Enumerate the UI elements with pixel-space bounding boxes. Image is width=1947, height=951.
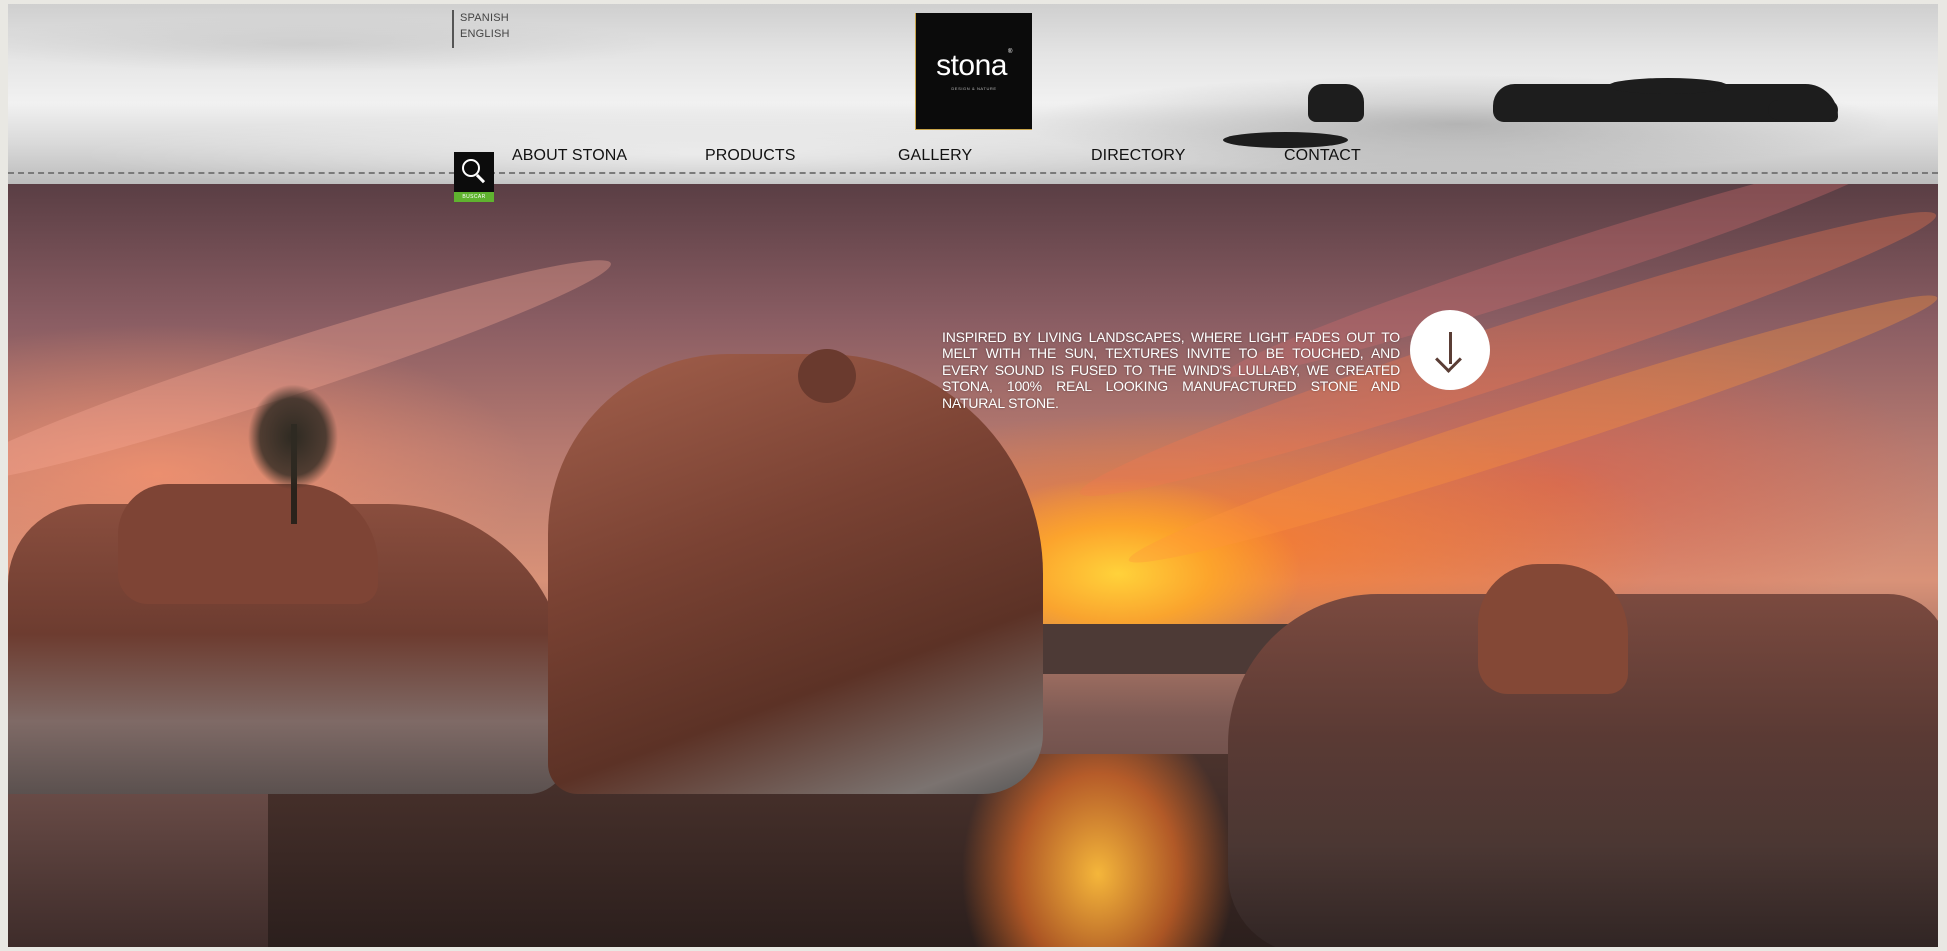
header-rock bbox=[1768, 100, 1838, 120]
language-switcher: SPANISH ENGLISH bbox=[452, 10, 510, 48]
scroll-down-button[interactable] bbox=[1410, 310, 1490, 390]
hero-intro-text: INSPIRED BY LIVING LANDSCAPES, WHERE LIG… bbox=[942, 329, 1400, 411]
search-label: BUSCAR bbox=[454, 192, 494, 202]
page-frame: SPANISH ENGLISH stona® DESIGN & NATURE A… bbox=[8, 4, 1938, 947]
header-rock bbox=[1308, 84, 1364, 122]
right-rock-formation bbox=[1478, 564, 1628, 694]
nav-directory[interactable]: DIRECTORY bbox=[1091, 147, 1186, 165]
search-handle bbox=[475, 174, 486, 184]
balanced-boulder bbox=[798, 349, 856, 403]
nav-about-stona[interactable]: ABOUT STONA bbox=[512, 147, 627, 165]
nav-products[interactable]: PRODUCTS bbox=[705, 147, 796, 165]
header-rock bbox=[1608, 78, 1728, 94]
main-navigation: ABOUT STONA PRODUCTS GALLERY DIRECTORY C… bbox=[8, 147, 1938, 169]
search-icon bbox=[454, 152, 494, 192]
header-rock bbox=[1223, 132, 1348, 148]
nav-gallery[interactable]: GALLERY bbox=[898, 147, 972, 165]
arrow-down-icon-head bbox=[1435, 346, 1462, 373]
search-button[interactable]: BUSCAR bbox=[454, 152, 494, 204]
language-spanish-link[interactable]: SPANISH bbox=[460, 10, 510, 26]
nav-contact[interactable]: CONTACT bbox=[1284, 147, 1361, 165]
tree bbox=[228, 374, 358, 514]
logo-word: stona bbox=[936, 49, 1007, 82]
central-rock-dome bbox=[548, 354, 1043, 794]
logo-tagline: DESIGN & NATURE bbox=[951, 86, 997, 91]
language-english-link[interactable]: ENGLISH bbox=[460, 26, 510, 42]
registered-mark: ® bbox=[1007, 49, 1012, 55]
stona-logo[interactable]: stona® DESIGN & NATURE bbox=[915, 13, 1032, 130]
header-dashed-divider bbox=[8, 172, 1938, 174]
logo-wordmark: stona® bbox=[916, 49, 1032, 83]
site-header: SPANISH ENGLISH stona® DESIGN & NATURE A… bbox=[8, 4, 1938, 184]
hero-landscape bbox=[8, 184, 1938, 947]
